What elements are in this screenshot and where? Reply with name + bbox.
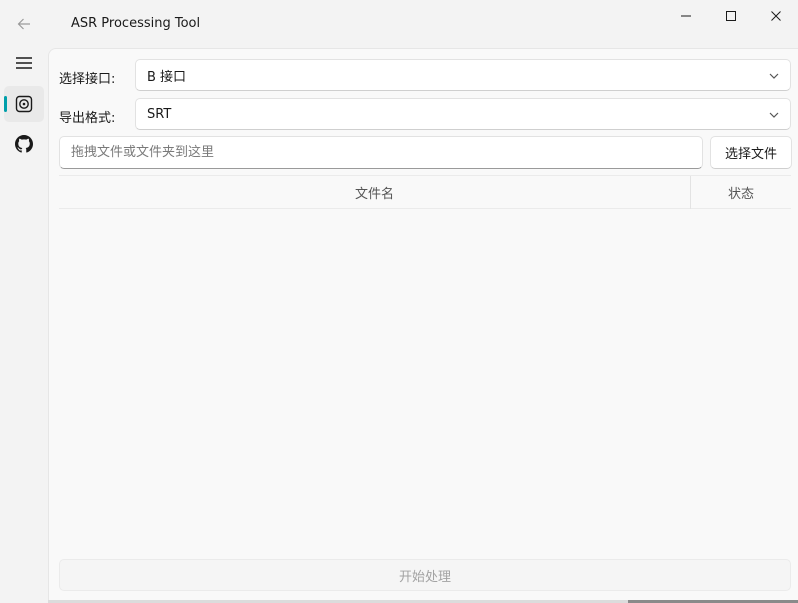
selected-indicator [4,96,7,112]
minimize-button[interactable] [663,0,709,32]
maximize-icon [726,11,736,21]
sidebar-menu-button[interactable] [4,45,44,81]
column-header-status[interactable]: 状态 [691,176,791,209]
drop-zone-input[interactable] [59,136,703,169]
menu-icon [16,57,32,69]
main-content: 选择接口: B 接口 导出格式: SRT 选择文件 文件名 状态 开始处理 [48,48,798,601]
close-button[interactable] [753,0,798,32]
sidebar-item-asr[interactable] [4,86,44,122]
maximize-button[interactable] [708,0,754,32]
sidebar [0,48,48,603]
title-bar: ASR Processing Tool [0,0,798,48]
file-table: 文件名 状态 [59,175,791,553]
close-icon [771,11,781,21]
format-select-value: SRT [147,106,172,122]
format-select[interactable]: SRT [135,98,791,130]
minimize-icon [681,15,691,17]
github-icon [15,135,33,153]
arrow-left-icon [17,18,30,30]
interface-select-value: B 接口 [147,69,187,85]
chevron-down-icon [769,112,779,118]
chevron-down-icon [769,73,779,79]
disc-icon [15,95,33,113]
format-label: 导出格式: [59,111,116,126]
interface-select[interactable]: B 接口 [135,59,791,91]
column-header-filename[interactable]: 文件名 [59,176,691,209]
start-processing-button[interactable]: 开始处理 [59,559,791,591]
app-title: ASR Processing Tool [71,16,201,31]
back-button[interactable] [8,8,40,40]
interface-label: 选择接口: [59,72,116,87]
select-file-button[interactable]: 选择文件 [710,136,792,169]
sidebar-item-github[interactable] [4,126,44,162]
table-header: 文件名 状态 [59,175,791,209]
